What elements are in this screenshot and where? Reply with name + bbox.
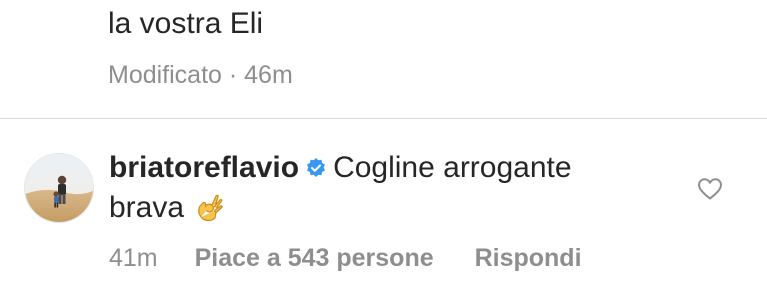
previous-comment: la vostra Eli Modificato · 46m <box>0 0 767 118</box>
previous-comment-text: la vostra Eli <box>108 7 264 40</box>
likes-count-button[interactable]: Piace a 543 persone <box>195 244 434 272</box>
comment-thread: la vostra Eli Modificato · 46m briatoref… <box>0 0 767 298</box>
username-link[interactable]: briatoreflavio <box>109 151 299 184</box>
previous-comment-meta: Modificato · 46m <box>108 61 293 89</box>
reply-comment-body: briatoreflavio Cogline arrogante brava <box>109 149 669 235</box>
avatar[interactable] <box>24 153 94 223</box>
ok-hand-icon <box>192 191 226 235</box>
reply-timestamp: 41m <box>109 244 158 272</box>
reply-comment: briatoreflavio Cogline arrogante brava 4… <box>0 119 767 298</box>
reply-text-line2: brava <box>109 191 185 224</box>
like-heart-icon[interactable] <box>697 177 723 201</box>
verified-badge-icon <box>305 151 327 189</box>
reply-meta: 41m Piace a 543 persone Rispondi <box>109 243 582 273</box>
avatar-photo <box>25 154 93 222</box>
reply-button[interactable]: Rispondi <box>475 244 582 272</box>
reply-text-line1: Cogline arrogante <box>333 151 572 184</box>
